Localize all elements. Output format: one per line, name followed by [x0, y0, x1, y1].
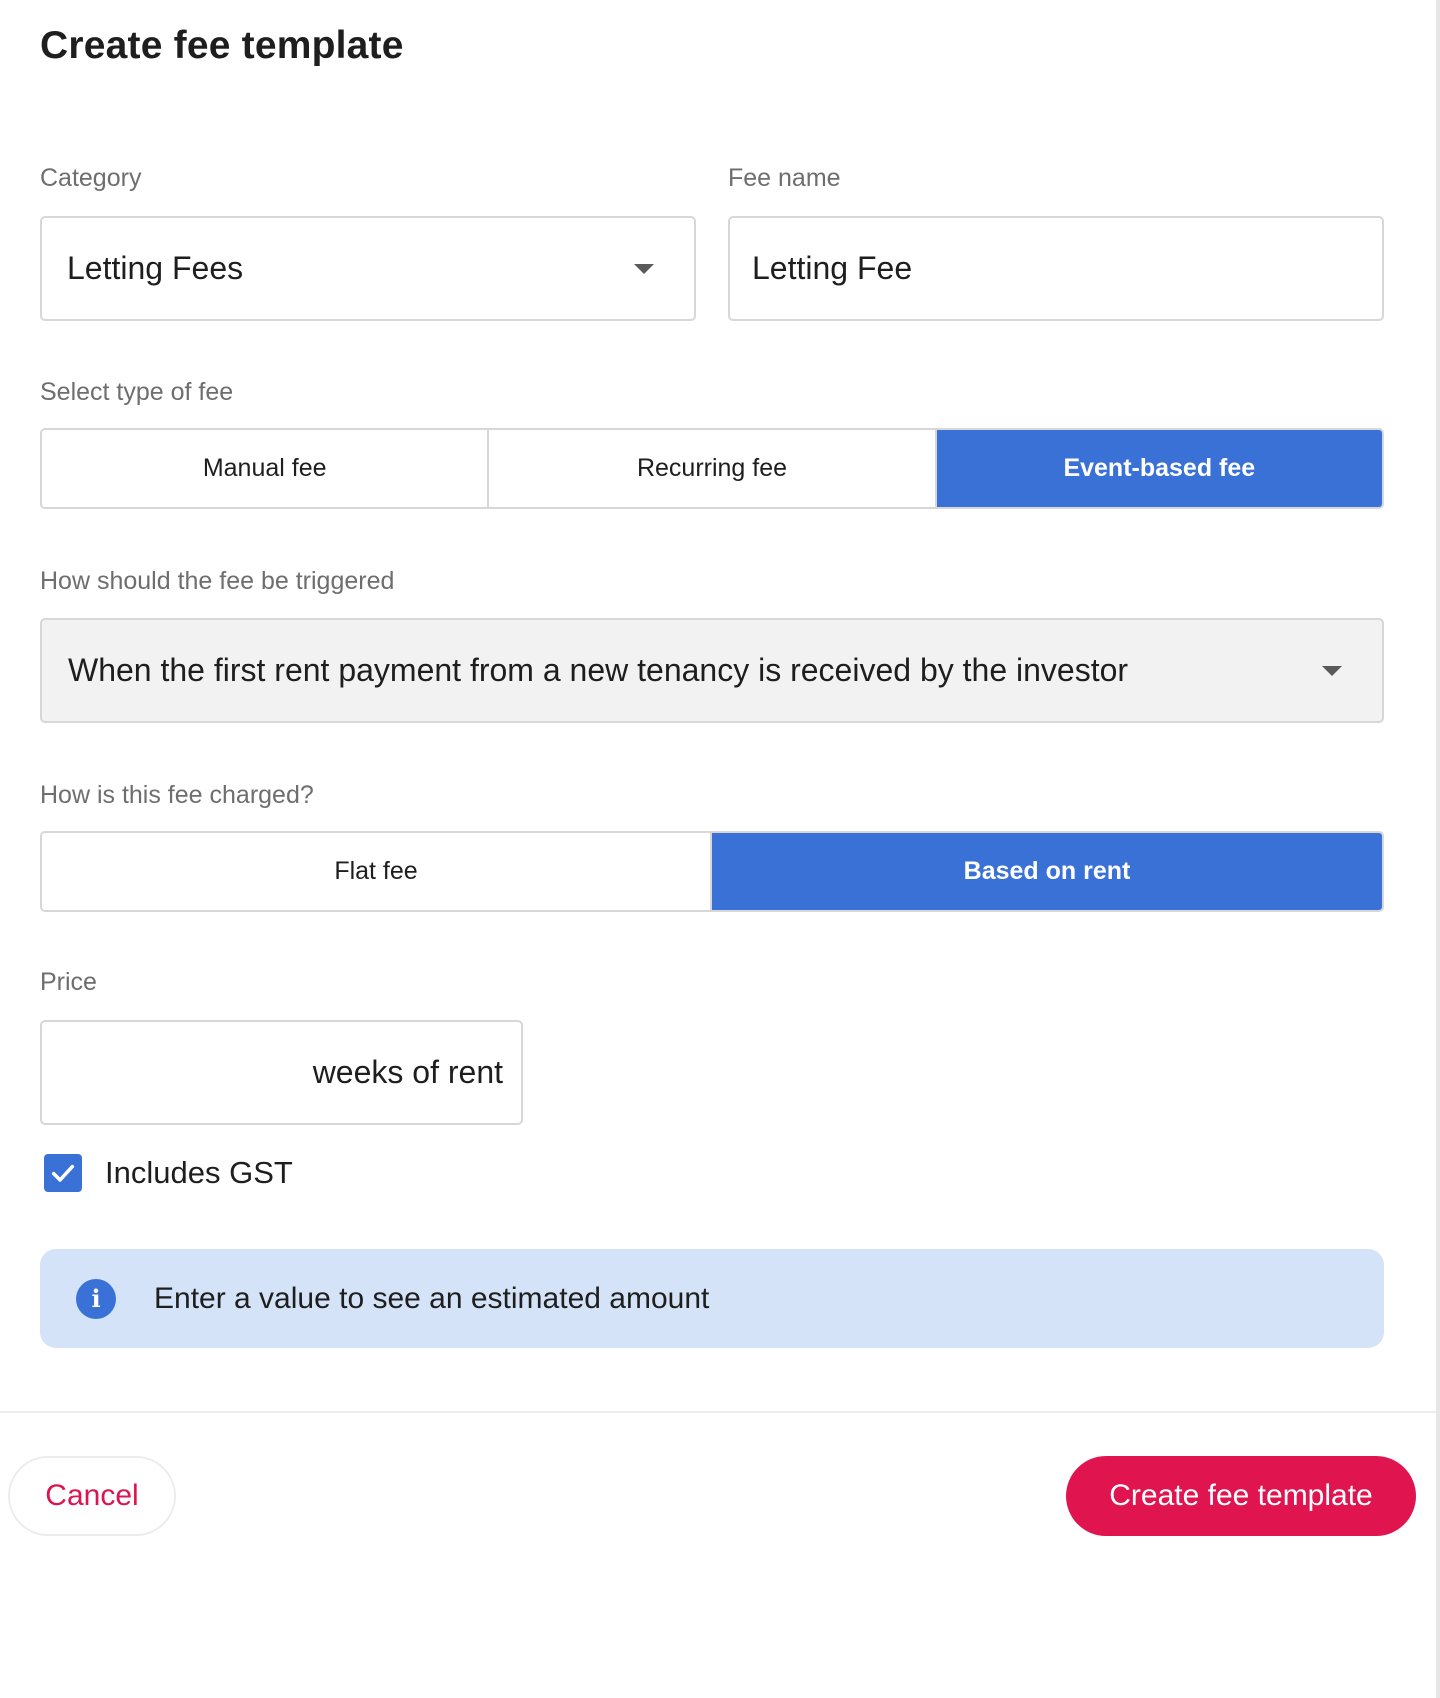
category-label: Category: [40, 164, 142, 192]
charge-based-on-rent-button[interactable]: Based on rent: [712, 833, 1382, 910]
chevron-down-icon: [1322, 665, 1342, 676]
checkmark-icon: [51, 1164, 75, 1182]
create-fee-template-button[interactable]: Create fee template: [1066, 1456, 1416, 1536]
cancel-button[interactable]: Cancel: [8, 1456, 176, 1536]
gst-checkbox[interactable]: [44, 1154, 82, 1192]
fee-type-segmented-control: Manual fee Recurring fee Event-based fee: [40, 428, 1384, 509]
estimate-info-banner: i Enter a value to see an estimated amou…: [40, 1249, 1384, 1348]
charge-method-segmented-control: Flat fee Based on rent: [40, 831, 1384, 912]
info-icon: i: [76, 1278, 116, 1319]
modal-edge: [1436, 0, 1440, 1698]
gst-label: Includes GST: [105, 1155, 293, 1190]
trigger-select[interactable]: When the first rent payment from a new t…: [40, 618, 1384, 723]
price-suffix: weeks of rent: [312, 1054, 503, 1090]
fee-name-label: Fee name: [728, 164, 841, 192]
info-text: Enter a value to see an estimated amount: [154, 1281, 710, 1315]
fee-type-manual-button[interactable]: Manual fee: [42, 430, 490, 507]
price-input[interactable]: [42, 1022, 292, 1123]
trigger-label: How should the fee be triggered: [40, 567, 395, 595]
fee-name-value: Letting Fee: [752, 250, 913, 286]
fee-name-field[interactable]: Letting Fee: [728, 216, 1384, 321]
create-fee-template-modal: Create fee template Category Letting Fee…: [0, 0, 1440, 1698]
category-select[interactable]: Letting Fees: [40, 216, 696, 321]
fee-type-label: Select type of fee: [40, 378, 234, 406]
chevron-down-icon: [634, 263, 654, 274]
fee-type-recurring-button[interactable]: Recurring fee: [489, 430, 937, 507]
fee-type-event-based-button[interactable]: Event-based fee: [936, 430, 1382, 507]
category-value: Letting Fees: [67, 250, 244, 286]
gst-checkbox-row[interactable]: Includes GST: [44, 1154, 293, 1192]
charge-method-label: How is this fee charged?: [40, 781, 314, 809]
price-field: weeks of rent: [40, 1020, 523, 1125]
price-label: Price: [40, 968, 97, 996]
charge-flat-fee-button[interactable]: Flat fee: [42, 833, 712, 910]
trigger-value: When the first rent payment from a new t…: [68, 652, 1129, 688]
footer-divider: [0, 1411, 1436, 1413]
modal-title: Create fee template: [40, 24, 404, 67]
